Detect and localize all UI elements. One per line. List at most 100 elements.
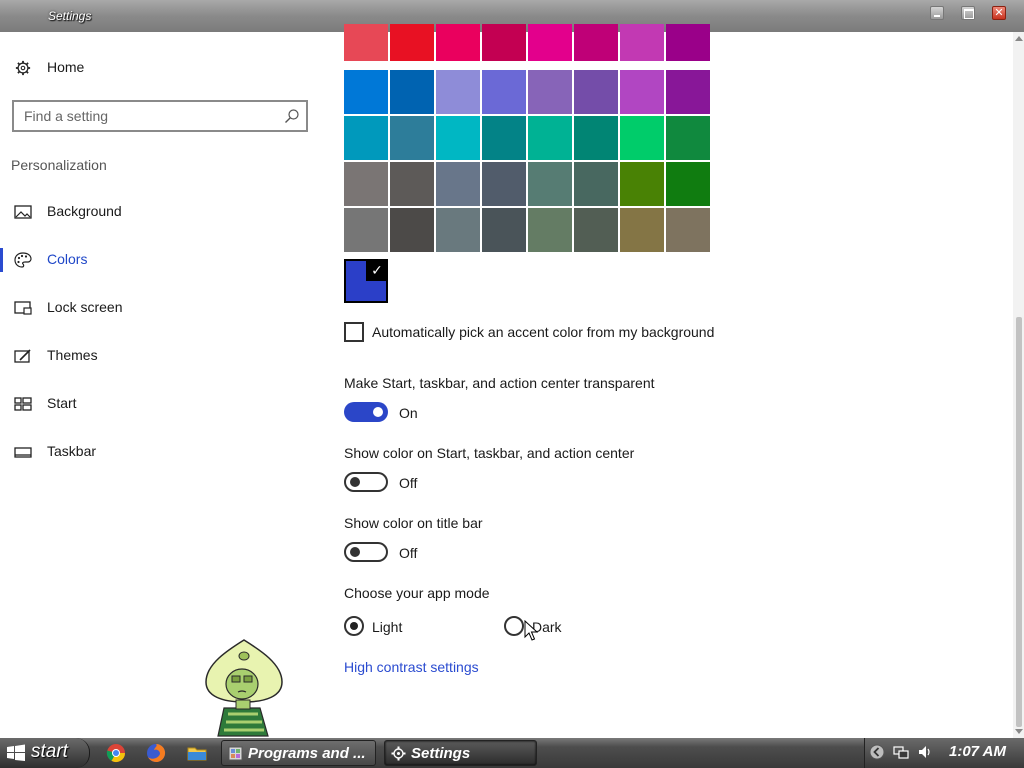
auto-pick-checkbox[interactable] [344, 322, 364, 342]
accent-color-swatch[interactable] [390, 70, 434, 114]
accent-color-swatch[interactable] [528, 24, 572, 61]
control-panel-icon [228, 746, 243, 761]
accent-color-swatch[interactable] [436, 162, 480, 206]
accent-color-swatch[interactable] [620, 70, 664, 114]
volume-icon[interactable] [917, 744, 933, 760]
vertical-scrollbar[interactable] [1013, 32, 1024, 738]
mouse-cursor-icon [524, 620, 538, 641]
task-label: Settings [411, 745, 471, 762]
character-sticker-icon [205, 639, 283, 737]
windows-flag-icon [7, 744, 25, 761]
show-hidden-icons-icon[interactable] [869, 744, 885, 760]
nav-item-background[interactable]: Background [0, 192, 320, 232]
accent-color-swatch[interactable] [574, 208, 618, 252]
settings-window: Settings ✕ Home Find a setting Personali… [0, 0, 1024, 738]
lock-screen-icon [14, 301, 32, 315]
start-button[interactable]: start [0, 738, 90, 768]
accent-color-swatch[interactable] [436, 24, 480, 61]
window-title: Settings [48, 9, 92, 23]
accent-color-swatch[interactable] [666, 70, 710, 114]
nav-item-colors[interactable]: Colors [0, 240, 320, 280]
accent-color-swatch[interactable] [390, 24, 434, 61]
accent-color-swatch[interactable] [528, 116, 572, 160]
accent-color-swatch[interactable] [390, 208, 434, 252]
accent-color-swatch[interactable] [390, 116, 434, 160]
search-input[interactable] [24, 108, 274, 124]
gear-icon [15, 60, 31, 76]
maximize-button[interactable] [961, 6, 975, 20]
search-box[interactable] [12, 100, 308, 132]
accent-color-swatch[interactable] [482, 208, 526, 252]
chrome-icon[interactable] [106, 743, 126, 763]
nav-item-lock-screen[interactable]: Lock screen [0, 288, 320, 328]
scroll-up-icon[interactable] [1015, 36, 1023, 41]
transparency-toggle[interactable] [344, 402, 388, 422]
accent-color-swatch[interactable] [528, 162, 572, 206]
accent-color-swatch[interactable] [574, 162, 618, 206]
palette-icon [14, 252, 32, 268]
file-explorer-icon[interactable] [187, 743, 207, 763]
taskbar-button-settings[interactable]: Settings [384, 740, 537, 766]
task-label: Programs and ... [248, 745, 366, 762]
app-mode-dark-radio[interactable] [504, 616, 524, 636]
scroll-thumb[interactable] [1016, 317, 1022, 727]
nav-home-label: Home [47, 59, 85, 75]
accent-color-swatch[interactable] [344, 70, 388, 114]
accent-color-swatch[interactable] [666, 24, 710, 61]
nav-item-taskbar[interactable]: Taskbar [0, 432, 320, 472]
app-mode-light-label[interactable]: Light [372, 619, 402, 635]
accent-color-swatch[interactable] [620, 24, 664, 61]
high-contrast-link[interactable]: High contrast settings [344, 659, 479, 675]
accent-color-swatch[interactable] [620, 116, 664, 160]
accent-color-swatch[interactable] [574, 116, 618, 160]
section-heading: Personalization [11, 157, 107, 173]
accent-color-swatch[interactable] [344, 116, 388, 160]
close-button[interactable]: ✕ [992, 6, 1006, 20]
nav-item-label: Themes [47, 347, 98, 363]
show-color-start-heading: Show color on Start, taskbar, and action… [344, 445, 635, 461]
show-color-start-toggle[interactable] [344, 472, 388, 492]
firefox-icon[interactable] [146, 743, 166, 763]
accent-color-swatch[interactable] [528, 70, 572, 114]
accent-color-swatch[interactable] [436, 70, 480, 114]
nav-item-label: Colors [47, 251, 88, 267]
accent-color-swatch[interactable] [482, 162, 526, 206]
accent-color-swatch[interactable] [482, 116, 526, 160]
accent-color-swatch[interactable] [620, 208, 664, 252]
accent-color-swatch[interactable] [344, 24, 388, 61]
accent-color-swatch[interactable] [666, 208, 710, 252]
accent-color-swatch[interactable] [620, 162, 664, 206]
accent-color-swatch[interactable] [436, 208, 480, 252]
accent-color-swatch[interactable] [528, 208, 572, 252]
nav-item-start[interactable]: Start [0, 384, 320, 424]
clock[interactable]: 1:07 AM [949, 743, 1006, 760]
accent-color-swatch[interactable] [344, 162, 388, 206]
scroll-down-icon[interactable] [1015, 729, 1023, 734]
taskbar-button-programs[interactable]: Programs and ... [221, 740, 376, 766]
start-label: start [31, 741, 68, 762]
nav-home[interactable]: Home [0, 48, 320, 88]
minimize-button[interactable] [930, 6, 944, 20]
nav-item-themes[interactable]: Themes [0, 336, 320, 376]
accent-color-swatch[interactable] [390, 162, 434, 206]
accent-color-swatch[interactable] [436, 116, 480, 160]
taskbar-icon [14, 447, 32, 458]
accent-color-swatch[interactable] [574, 24, 618, 61]
system-tray: 1:07 AM [864, 738, 1024, 768]
accent-color-swatch[interactable] [574, 70, 618, 114]
show-color-title-toggle[interactable] [344, 542, 388, 562]
accent-color-swatch[interactable] [666, 116, 710, 160]
selection-indicator [0, 248, 3, 272]
accent-color-swatch[interactable] [482, 24, 526, 61]
show-color-title-heading: Show color on title bar [344, 515, 483, 531]
accent-color-swatch[interactable] [666, 162, 710, 206]
accent-color-swatch[interactable] [482, 70, 526, 114]
picture-icon [14, 205, 32, 219]
custom-accent-swatch[interactable]: ✓ [344, 259, 388, 303]
themes-icon [14, 349, 31, 363]
app-mode-light-radio[interactable] [344, 616, 364, 636]
accent-color-swatch[interactable] [344, 208, 388, 252]
search-icon[interactable] [284, 108, 300, 124]
network-icon[interactable] [893, 744, 909, 760]
nav-item-label: Lock screen [47, 299, 123, 315]
